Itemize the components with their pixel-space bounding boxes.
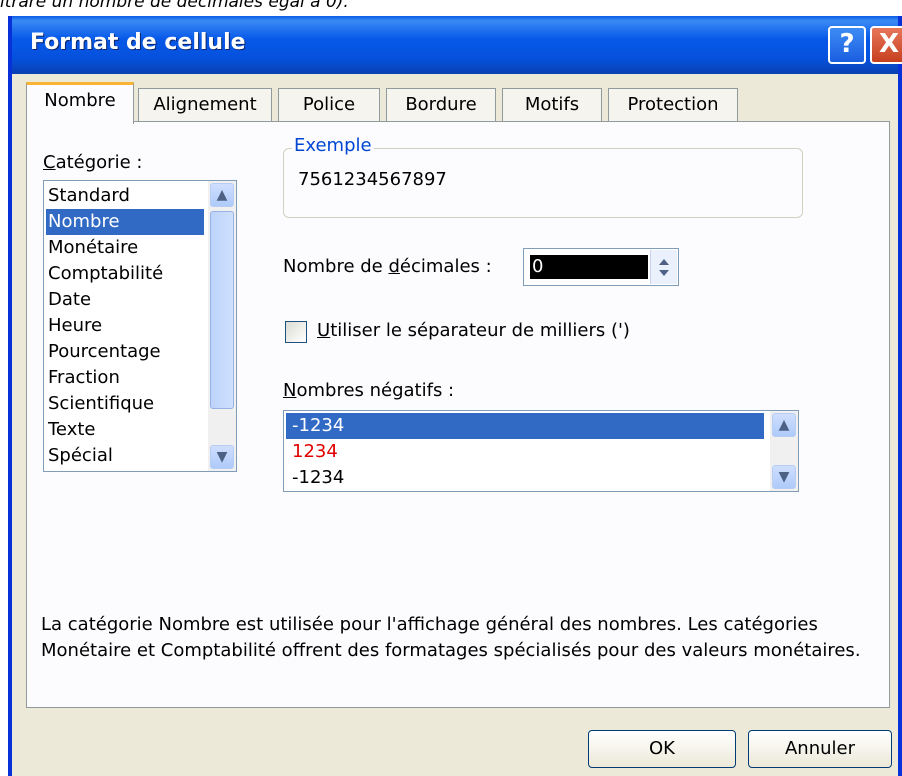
help-button[interactable]: ? xyxy=(828,26,866,64)
list-item[interactable]: Fraction xyxy=(46,365,120,391)
list-item-selected[interactable]: -1234 xyxy=(286,413,764,439)
title-bar[interactable]: Format de cellule ? X xyxy=(12,16,902,74)
tab-police[interactable]: Police xyxy=(278,88,380,122)
list-item[interactable]: Texte xyxy=(46,417,95,443)
example-group: Exemple 7561234567897 xyxy=(283,135,803,218)
list-item[interactable]: Pourcentage xyxy=(46,339,161,365)
list-item[interactable]: Spécial xyxy=(46,443,113,469)
decimals-label: Nombre de décimales : xyxy=(283,256,492,277)
dialog-title: Format de cellule xyxy=(30,30,246,55)
decimals-input[interactable]: 0 xyxy=(530,255,648,279)
example-legend: Exemple xyxy=(292,135,374,156)
background-text: itrâre un nombre de décimales égal à 0). xyxy=(0,0,349,12)
thousands-separator-checkbox[interactable] xyxy=(285,321,307,343)
list-item[interactable]: Scientifique xyxy=(46,391,154,417)
negative-numbers-label: Nombres négatifs : xyxy=(283,380,455,401)
category-description: La catégorie Nombre est utilisée pour l'… xyxy=(41,614,861,661)
decimals-spinner[interactable]: 0 xyxy=(523,248,679,286)
tab-alignement[interactable]: Alignement xyxy=(138,88,272,122)
example-value: 7561234567897 xyxy=(298,169,447,190)
list-item[interactable]: Date xyxy=(46,287,91,313)
list-item[interactable]: Heure xyxy=(46,313,102,339)
list-item[interactable]: Comptabilité xyxy=(46,261,163,287)
category-listbox[interactable]: Standard Nombre Monétaire Comptabilité D… xyxy=(43,180,237,472)
nombre-tab-panel: Catégorie : Standard Nombre Monétaire Co… xyxy=(26,121,890,708)
list-item[interactable]: Standard xyxy=(46,183,130,209)
chevron-down-icon[interactable]: ▼ xyxy=(772,465,796,489)
chevron-up-icon[interactable]: ▲ xyxy=(772,413,796,437)
negative-scrollbar[interactable]: ▲ ▼ xyxy=(770,411,798,491)
list-item-selected[interactable]: Nombre xyxy=(46,209,204,235)
category-label: Catégorie : xyxy=(43,152,143,173)
tab-motifs[interactable]: Motifs xyxy=(502,88,602,122)
list-item[interactable]: -1234 xyxy=(286,465,344,491)
ok-button[interactable]: OK xyxy=(588,730,736,768)
list-item[interactable]: Monétaire xyxy=(46,235,138,261)
tab-bordure[interactable]: Bordure xyxy=(386,88,496,122)
chevron-down-icon[interactable]: ▼ xyxy=(210,445,234,469)
category-scrollbar[interactable]: ▲ ▼ xyxy=(208,181,236,471)
chevron-up-icon[interactable]: ▲ xyxy=(210,183,234,207)
close-button[interactable]: X xyxy=(870,26,902,64)
tab-nombre[interactable]: Nombre xyxy=(26,82,134,124)
thousands-separator-label[interactable]: Utiliser le séparateur de milliers (') xyxy=(317,320,630,341)
scroll-thumb[interactable] xyxy=(210,211,234,409)
negative-numbers-listbox[interactable]: -1234 1234 -1234 ▲ ▼ xyxy=(283,410,799,492)
format-cells-dialog: Format de cellule ? X Nombre Alignement … xyxy=(8,16,902,776)
list-item[interactable]: 1234 xyxy=(286,439,338,465)
spin-arrows-icon[interactable] xyxy=(650,250,677,284)
cancel-button[interactable]: Annuler xyxy=(748,730,892,768)
tab-protection[interactable]: Protection xyxy=(608,88,738,122)
